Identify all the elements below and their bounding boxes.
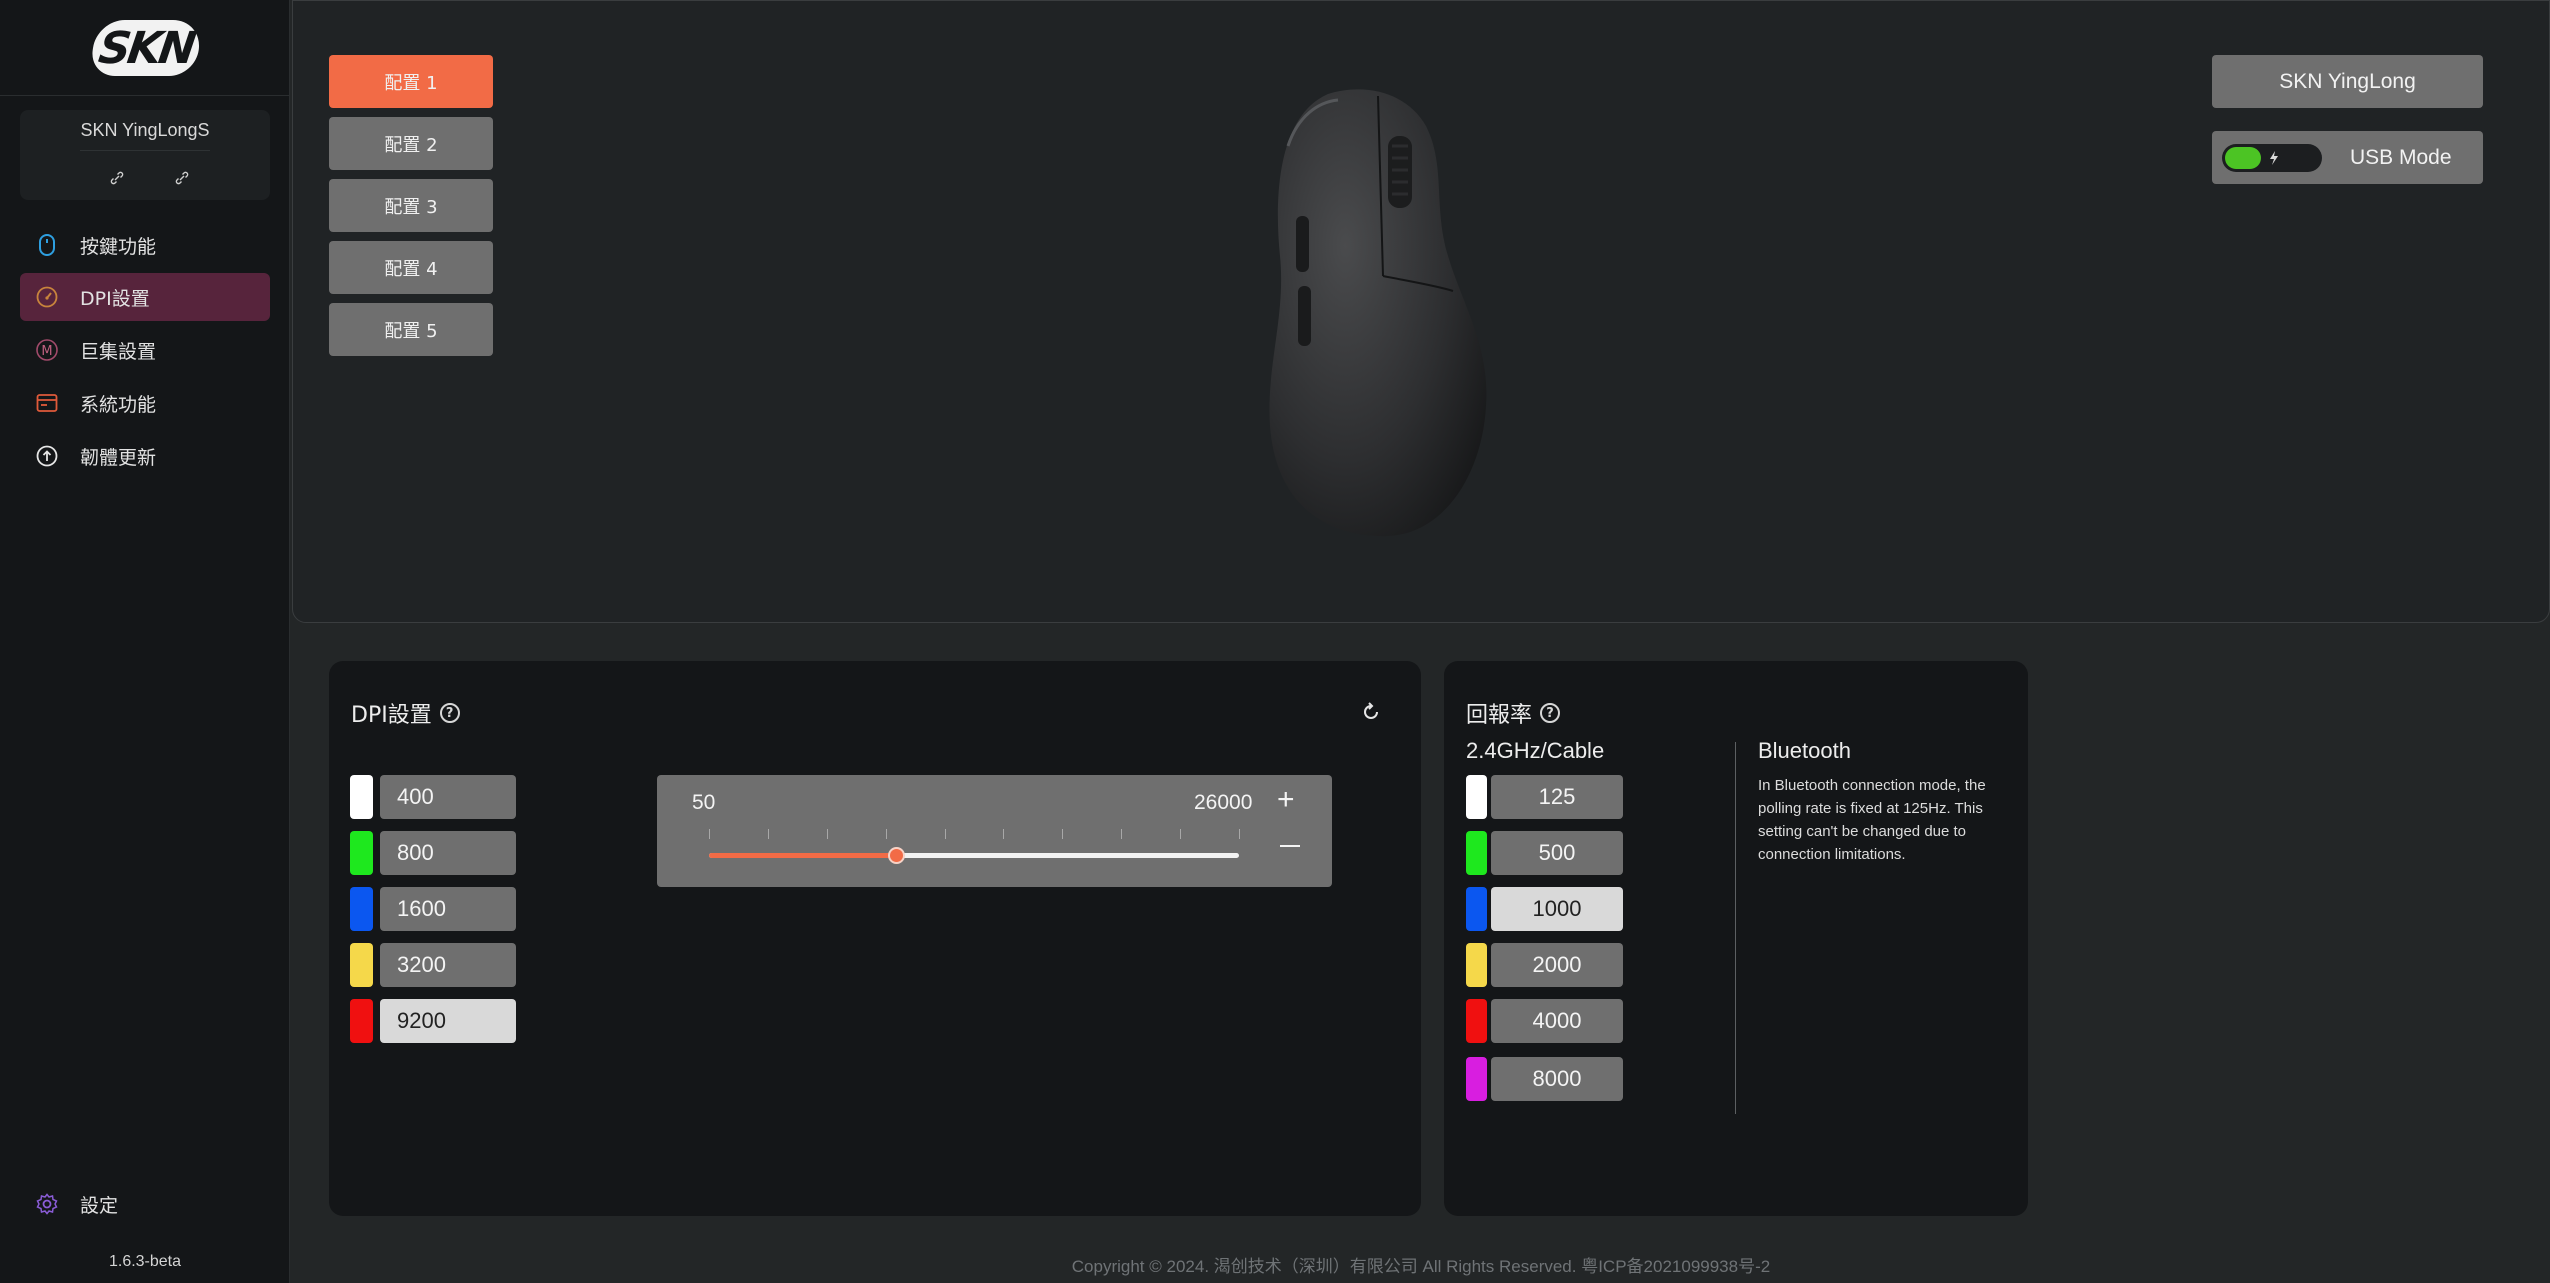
dpi-level-input[interactable]: 1600 xyxy=(380,887,516,931)
polling-rate-option[interactable]: 8000 xyxy=(1491,1057,1623,1101)
slider-tick xyxy=(886,829,887,839)
slider-tick xyxy=(768,829,769,839)
speedometer-icon xyxy=(34,284,60,310)
dpi-level-input[interactable]: 9200 xyxy=(380,999,516,1043)
dpi-level-color-swatch[interactable] xyxy=(350,999,373,1043)
skn-logo: SKN xyxy=(89,20,203,76)
sidebar-item-label: 巨集設置 xyxy=(80,340,157,363)
dpi-level-color-swatch[interactable] xyxy=(350,831,373,875)
connection-mode-box: USB Mode xyxy=(2212,131,2483,184)
slider-tick xyxy=(827,829,828,839)
sidebar-divider xyxy=(0,95,290,96)
polling-divider xyxy=(1735,742,1736,1114)
polling-rate-color-swatch xyxy=(1466,831,1487,875)
gear-icon xyxy=(34,1191,60,1217)
polling-rate-option[interactable]: 125 xyxy=(1491,775,1623,819)
device-name: SKN YingLongS xyxy=(80,120,210,140)
polling-card-title: 回報率? xyxy=(1466,697,1561,729)
dpi-slider-track[interactable] xyxy=(709,847,1239,864)
profile-button-3[interactable]: 配置 3 xyxy=(329,179,493,232)
usb-mode-toggle[interactable] xyxy=(2222,144,2322,172)
slider-tick xyxy=(1121,829,1122,839)
dpi-level-color-swatch[interactable] xyxy=(350,943,373,987)
polling-rate-color-swatch xyxy=(1466,943,1487,987)
dpi-slider-max: 26000 xyxy=(1194,791,1253,814)
dpi-slider-min: 50 xyxy=(692,791,716,814)
polling-subtitle: 2.4GHz/Cable xyxy=(1466,738,1605,763)
polling-rate-option[interactable]: 1000 xyxy=(1491,887,1623,931)
slider-tick xyxy=(945,829,946,839)
help-icon[interactable]: ? xyxy=(1540,703,1561,723)
sidebar-item-macro[interactable]: M 巨集設置 xyxy=(20,326,270,374)
dpi-level-input[interactable]: 400 xyxy=(380,775,516,819)
sidebar-item-label: 系統功能 xyxy=(80,393,157,416)
sidebar-item-label: 韌體更新 xyxy=(80,446,157,469)
dpi-card-title: DPI設置? xyxy=(351,697,460,729)
device-name-button[interactable]: SKN YingLong xyxy=(2212,55,2483,108)
dpi-level-input[interactable]: 800 xyxy=(380,831,516,875)
sidebar-item-settings[interactable]: 設定 xyxy=(20,1180,270,1228)
device-card: SKN YingLongS xyxy=(20,110,270,200)
sidebar-item-label: DPI設置 xyxy=(80,287,150,310)
device-card-divider xyxy=(80,150,210,151)
firmware-upload-icon xyxy=(34,443,60,469)
slider-tick xyxy=(1003,829,1004,839)
polling-rate-option[interactable]: 2000 xyxy=(1491,943,1623,987)
mouse-image xyxy=(1269,89,1487,537)
profile-button-5[interactable]: 配置 5 xyxy=(329,303,493,356)
toggle-knob xyxy=(2225,147,2261,169)
dpi-settings-card xyxy=(329,661,1421,1216)
slider-tick xyxy=(1062,829,1063,839)
polling-rate-color-swatch xyxy=(1466,887,1487,931)
dpi-increase-button[interactable]: + xyxy=(1277,785,1295,815)
system-window-icon xyxy=(34,390,60,416)
profile-button-1[interactable]: 配置 1 xyxy=(329,55,493,108)
macro-m-icon: M xyxy=(34,337,60,363)
lightning-icon xyxy=(2270,151,2278,165)
slider-tick xyxy=(1239,829,1240,839)
svg-text:M: M xyxy=(41,344,52,359)
dpi-slider-fill xyxy=(709,853,896,858)
dpi-level-color-swatch[interactable] xyxy=(350,887,373,931)
bluetooth-description: In Bluetooth connection mode, the pollin… xyxy=(1758,777,1986,863)
polling-rate-color-swatch xyxy=(1466,775,1487,819)
dpi-slider-thumb[interactable] xyxy=(887,847,905,864)
polling-rate-color-swatch xyxy=(1466,999,1487,1043)
slider-tick xyxy=(1180,829,1181,839)
bluetooth-title: Bluetooth xyxy=(1758,738,1851,763)
app-version: 1.6.3-beta xyxy=(108,1253,182,1270)
dpi-level-color-swatch[interactable] xyxy=(350,775,373,819)
profile-button-4[interactable]: 配置 4 xyxy=(329,241,493,294)
mouse-icon xyxy=(34,232,60,258)
link-icon[interactable] xyxy=(105,166,129,190)
dpi-level-input[interactable]: 3200 xyxy=(380,943,516,987)
sidebar-item-firmware[interactable]: 韌體更新 xyxy=(20,432,270,480)
dpi-decrease-button[interactable] xyxy=(1280,845,1300,847)
mode-label: USB Mode xyxy=(2350,146,2452,169)
unlink-icon[interactable] xyxy=(170,166,194,190)
sidebar: SKN SKN YingLongS 按鍵功能 DPI設置 M 巨集設置 系統功能 xyxy=(0,0,290,1283)
settings-label: 設定 xyxy=(80,1194,119,1217)
sidebar-item-dpi[interactable]: DPI設置 xyxy=(20,273,270,321)
copyright-footer: Copyright © 2024. 渴创技术（深圳）有限公司 All Right… xyxy=(1071,1257,1771,1276)
reset-icon[interactable] xyxy=(1360,701,1382,723)
sidebar-item-label: 按鍵功能 xyxy=(80,235,157,258)
slider-tick xyxy=(709,829,710,839)
dpi-slider-box: 50 26000 + xyxy=(657,775,1332,887)
polling-rate-color-swatch xyxy=(1466,1057,1487,1101)
dpi-slider-ticks xyxy=(709,829,1240,841)
polling-rate-option[interactable]: 500 xyxy=(1491,831,1623,875)
sidebar-item-system[interactable]: 系統功能 xyxy=(20,379,270,427)
profile-button-2[interactable]: 配置 2 xyxy=(329,117,493,170)
sidebar-item-key-functions[interactable]: 按鍵功能 xyxy=(20,221,270,269)
polling-rate-option[interactable]: 4000 xyxy=(1491,999,1623,1043)
help-icon[interactable]: ? xyxy=(439,703,460,723)
